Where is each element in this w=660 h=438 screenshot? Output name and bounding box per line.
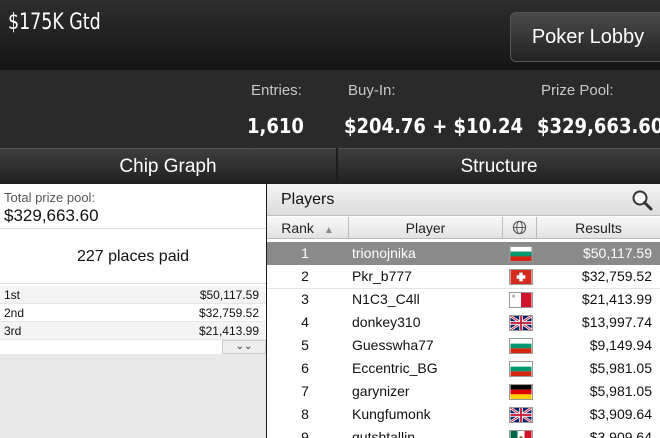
player-rank: 7 — [301, 383, 309, 399]
switzerland-flag-icon — [509, 269, 533, 285]
players-header: Players — [267, 184, 660, 216]
bulgaria-flag-icon — [509, 361, 533, 377]
player-rank: 8 — [301, 406, 309, 422]
tournament-stats: Entries: 1,610 Buy-In: $204.76 + $10.24 … — [0, 70, 660, 148]
player-rank: 6 — [301, 360, 309, 376]
player-row[interactable]: 7 garynizer $5,981.05 — [267, 380, 660, 403]
united-kingdom-flag-icon — [509, 407, 533, 423]
buyin-label: Buy-In: — [348, 82, 396, 99]
prize-pool-label: Prize Pool: — [541, 82, 614, 99]
player-result: $3,909.64 — [589, 429, 652, 438]
entries-label: Entries: — [251, 82, 302, 99]
column-results[interactable]: Results — [537, 217, 660, 239]
player-rank: 5 — [301, 337, 309, 353]
player-row[interactable]: 8 Kungfumonk $3,909.64 — [267, 403, 660, 426]
player-name: Eccentric_BG — [352, 360, 438, 376]
united-kingdom-flag-icon — [509, 315, 533, 331]
payout-row: 3rd $21,413.99 — [0, 322, 266, 340]
player-name: donkey310 — [352, 314, 421, 330]
tab-structure[interactable]: Structure — [338, 148, 660, 184]
player-row[interactable]: 9 gutshtallin $3,909.64 — [267, 426, 660, 438]
poker-lobby-button[interactable]: Poker Lobby — [510, 12, 660, 62]
player-row[interactable]: 1 trionojnika $50,117.59 — [267, 242, 660, 265]
player-name: Pkr_b777 — [352, 268, 412, 284]
player-result: $9,149.94 — [589, 337, 652, 353]
bulgaria-flag-icon — [509, 338, 533, 354]
total-prize-value: $329,663.60 — [4, 206, 99, 225]
payout-amount: $21,413.99 — [198, 324, 259, 338]
player-rank: 2 — [301, 268, 309, 284]
player-rank: 1 — [301, 245, 309, 261]
tournament-header: $175K Gtd Poker Lobby — [0, 0, 660, 70]
prize-panel-background — [0, 354, 266, 438]
germany-flag-icon — [509, 384, 533, 400]
total-prize-label: Total prize pool: — [4, 190, 96, 205]
player-result: $13,997.74 — [581, 314, 652, 330]
player-header-label: Player — [405, 220, 446, 236]
prize-panel: Total prize pool: $329,663.60 227 places… — [0, 184, 266, 438]
player-row[interactable]: 3 N1C3_C4ll $21,413.99 — [267, 288, 660, 311]
player-rank: 9 — [301, 429, 309, 438]
mexico-flag-icon — [509, 430, 533, 438]
player-row[interactable]: 4 donkey310 $13,997.74 — [267, 311, 660, 334]
player-name: N1C3_C4ll — [352, 291, 420, 307]
player-result: $32,759.52 — [581, 268, 652, 284]
column-rank[interactable]: Rank ▲ — [267, 217, 349, 239]
tournament-title: $175K Gtd — [8, 10, 101, 35]
player-row[interactable]: 5 Guesswha77 $9,149.94 — [267, 334, 660, 357]
payout-place: 2nd — [4, 306, 25, 320]
payout-amount: $32,759.52 — [198, 306, 259, 320]
players-title: Players — [281, 191, 335, 208]
player-result: $21,413.99 — [581, 291, 652, 307]
payout-row: 2nd $32,759.52 — [0, 304, 266, 322]
player-result: $5,981.05 — [589, 383, 652, 399]
player-rank: 3 — [301, 291, 309, 307]
double-chevron-down-icon: ⌄⌄ — [235, 341, 253, 352]
column-player[interactable]: Player — [349, 217, 503, 239]
payout-place: 1st — [4, 288, 21, 302]
player-row[interactable]: 6 Eccentric_BG $5,981.05 — [267, 357, 660, 380]
player-name: Guesswha77 — [352, 337, 434, 353]
sort-ascending-icon: ▲ — [323, 225, 334, 236]
expand-payouts-button[interactable]: ⌄⌄ — [222, 340, 266, 354]
rank-header-label: Rank — [281, 220, 314, 236]
buyin-value: $204.76 + $10.24 — [344, 114, 523, 138]
places-paid: 227 places paid — [0, 228, 266, 284]
results-header-label: Results — [575, 220, 622, 236]
player-result: $50,117.59 — [582, 245, 652, 261]
players-panel: Players Rank ▲ Player Results 1 trionojn… — [267, 184, 660, 438]
player-name: Kungfumonk — [352, 406, 431, 422]
player-result: $3,909.64 — [589, 406, 652, 422]
payout-place: 3rd — [4, 324, 22, 338]
player-name: trionojnika — [352, 245, 416, 261]
tab-chip-graph[interactable]: Chip Graph — [0, 148, 336, 184]
player-name: garynizer — [352, 383, 410, 399]
player-row[interactable]: 2 Pkr_b777 $32,759.52 — [267, 265, 660, 288]
tab-bar: Chip Graph Structure — [0, 148, 660, 184]
payout-amount: $50,117.59 — [199, 288, 259, 302]
bulgaria-flag-icon — [509, 246, 533, 262]
player-name: gutshtallin — [352, 429, 416, 438]
malta-flag-icon — [509, 292, 533, 308]
payout-row: 1st $50,117.59 — [0, 286, 266, 304]
prize-pool-value: $329,663.60 — [537, 114, 660, 138]
search-icon[interactable] — [629, 188, 655, 212]
entries-value: 1,610 — [247, 114, 304, 138]
player-result: $5,981.05 — [589, 360, 652, 376]
column-country[interactable] — [503, 217, 537, 239]
player-rank: 4 — [301, 314, 309, 330]
globe-icon — [512, 220, 527, 235]
